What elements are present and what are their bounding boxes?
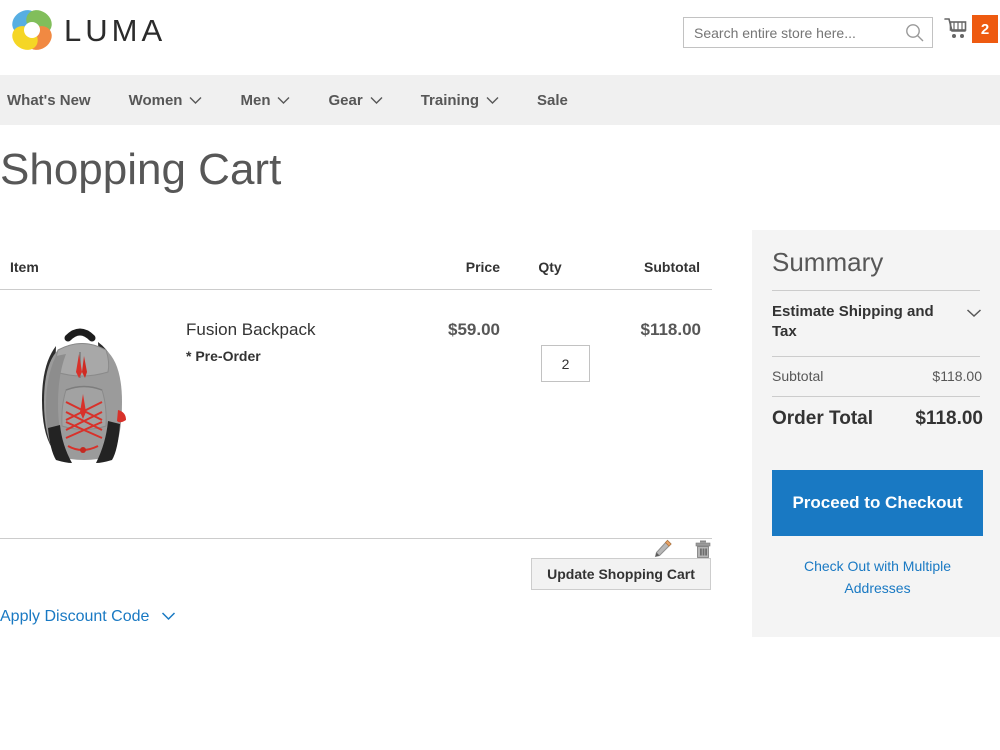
nav-item-label: What's New [7,91,91,109]
order-total-row: Order Total $118.00 [772,408,983,430]
nav-item-sale[interactable]: Sale [537,75,568,125]
trash-icon[interactable] [692,538,714,560]
nav-item-label: Gear [328,91,363,109]
chevron-down-icon [486,92,499,109]
column-header-qty: Qty [538,259,562,275]
chevron-down-icon [161,608,176,626]
product-name[interactable]: Fusion Backpack [186,320,315,340]
apply-discount-code-toggle[interactable]: Apply Discount Code [0,608,176,626]
pencil-icon-svg [654,539,672,558]
proceed-to-checkout-button[interactable]: Proceed to Checkout [772,470,983,536]
luma-rings-logo-svg [12,10,52,50]
product-note: * Pre-Order [186,348,261,364]
table-row: Fusion Backpack * Pre-Order $59.00 $118.… [0,290,712,558]
chevron-down-icon [277,92,290,109]
order-total-value: $118.00 [915,408,983,429]
column-header-price: Price [465,259,500,275]
nav-item-label: Women [128,91,183,109]
brand-name[interactable]: LUMA [64,13,166,49]
order-total-label: Order Total [772,408,873,429]
shopping-cart-page: LUMA 2 [0,0,1000,750]
pencil-icon[interactable] [652,538,674,560]
chevron-down-icon [966,304,982,324]
quantity-input[interactable] [541,345,590,382]
nav-item-label: Men [240,91,271,109]
summary-divider-2 [772,356,980,357]
cell-price: $59.00 [448,320,500,339]
nav-item-whats-new[interactable]: What's New [7,75,91,125]
shopping-cart-icon-svg [944,18,967,38]
nav-item-women[interactable]: Women [129,75,203,125]
backpack-illustration [42,328,126,463]
apply-discount-code-label: Apply Discount Code [0,608,150,625]
order-summary-panel: Summary Estimate Shipping and Tax Subtot… [752,230,1000,637]
nav-item-label: Sale [537,91,568,109]
estimate-shipping-and-tax-toggle[interactable]: Estimate Shipping and Tax [772,302,982,342]
chevron-down-icon [189,92,202,109]
nav-item-gear[interactable]: Gear [328,75,383,125]
table-header-row: Item Price Qty Subtotal [0,250,712,289]
subtotal-label: Subtotal [772,368,824,384]
main-navigation: What's New Women Men Gear Training Sale [0,75,1000,125]
site-header: LUMA 2 [0,0,1000,75]
shopping-cart-icon[interactable] [944,17,970,41]
nav-item-label: Training [420,91,480,109]
nav-item-men[interactable]: Men [240,75,290,125]
summary-divider-1 [772,290,980,291]
gray-backpack-image[interactable] [22,316,142,466]
page-title: Shopping Cart [0,145,282,194]
summary-title: Summary [772,247,884,277]
summary-divider-3 [772,396,980,397]
minicart[interactable]: 2 [944,14,998,46]
trash-icon-svg [695,540,711,558]
cart-items-table: Item Price Qty Subtotal Fusion Backpack … [0,250,712,558]
cell-subtotal: $118.00 [640,320,701,339]
luma-rings-logo[interactable] [8,6,56,54]
nav-item-training[interactable]: Training [421,75,499,125]
estimate-shipping-label: Estimate Shipping and Tax [772,303,934,340]
subtotal-row: Subtotal $118.00 [772,368,982,384]
search-input[interactable] [684,18,899,47]
search-icon-svg [906,24,924,42]
column-header-item: Item [10,259,39,275]
chevron-down-icon [370,92,383,109]
search-box[interactable] [683,17,933,48]
search-icon[interactable] [904,22,926,44]
subtotal-value: $118.00 [932,368,982,384]
table-row-divider [0,538,712,539]
column-header-subtotal: Subtotal [644,259,700,275]
check-out-with-multiple-addresses-link[interactable]: Check Out with Multiple Addresses [772,555,983,599]
cart-item-count-badge: 2 [972,15,998,43]
update-shopping-cart-button[interactable]: Update Shopping Cart [531,558,711,590]
